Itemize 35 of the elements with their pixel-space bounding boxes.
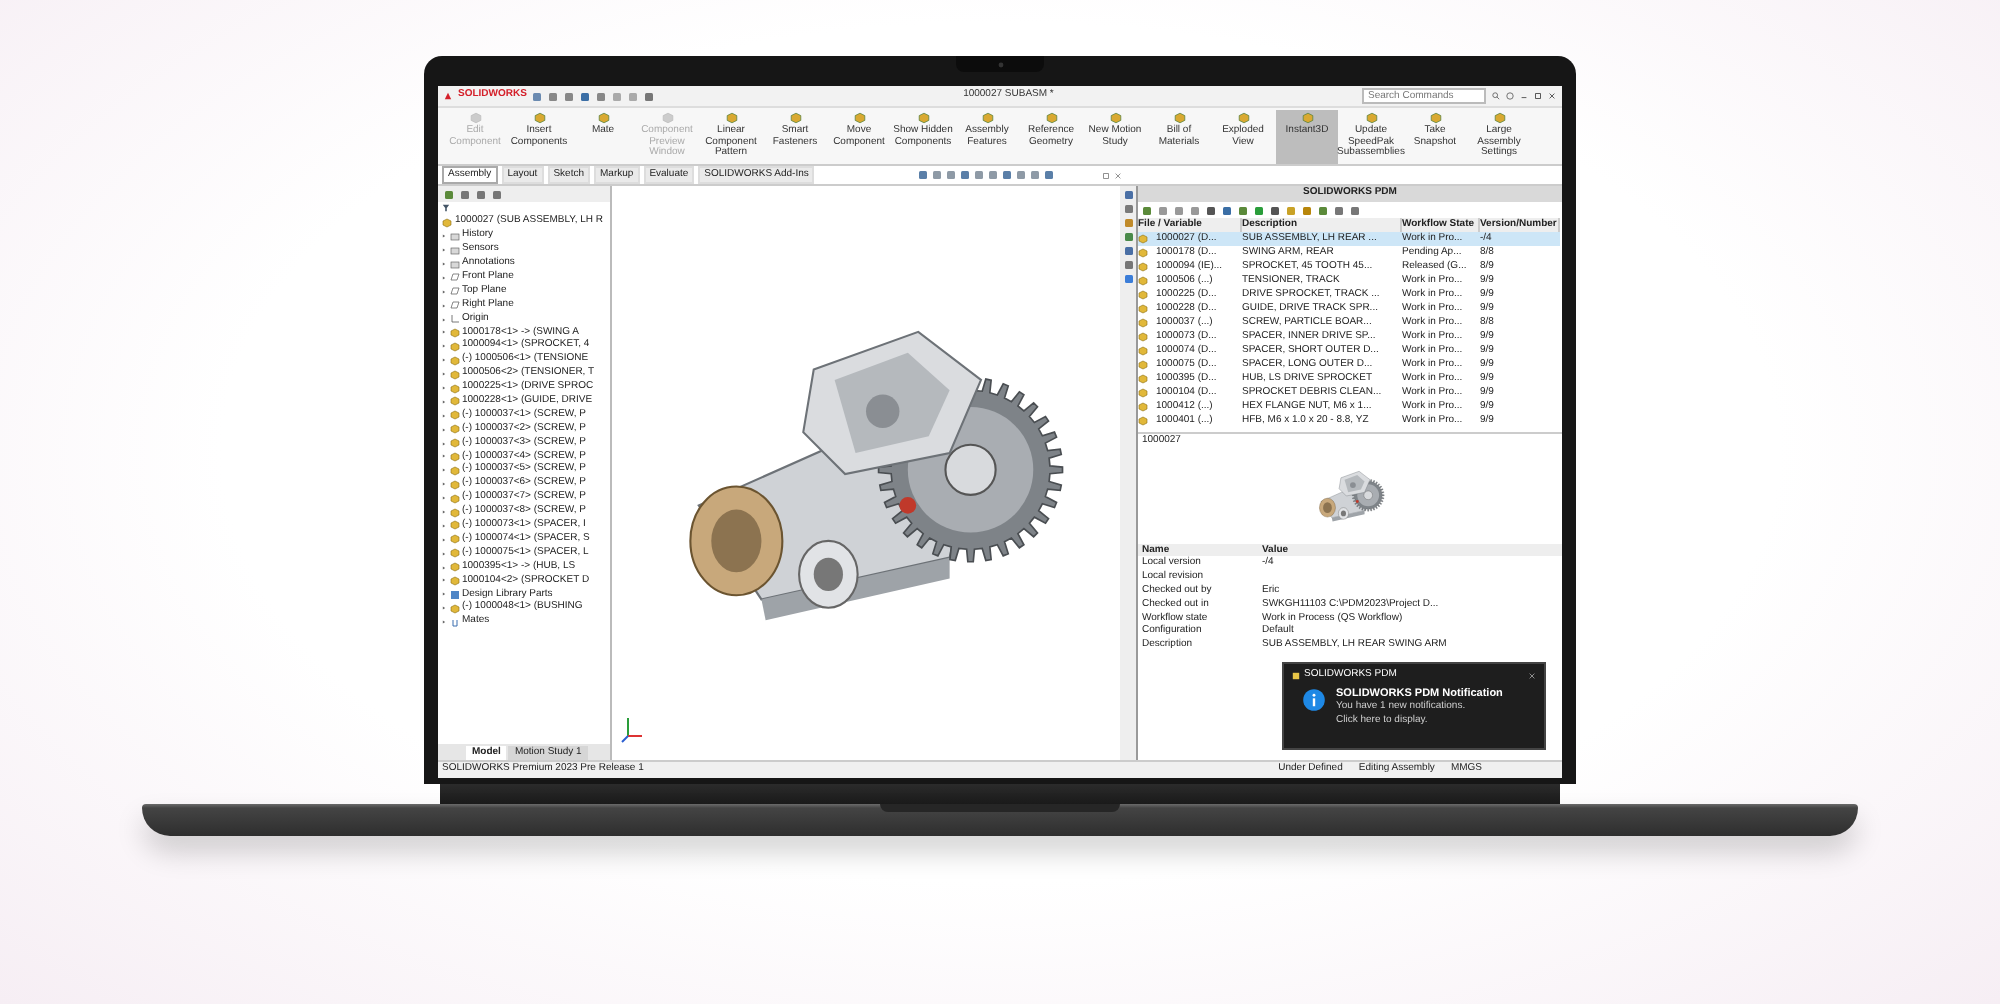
origin-icon [449,314,459,325]
camera-icon [997,61,1003,67]
tool-icon [853,112,865,124]
tool-icon [1237,112,1249,124]
tool-icon [597,112,609,124]
row-highlight[interactable] [1138,232,1156,246]
window-restore-icon [1102,171,1110,179]
tool-icon [1301,112,1313,124]
info-icon [1302,687,1326,712]
logo-icon [444,92,452,100]
tool-icon [1045,112,1057,124]
search-icon [1492,92,1500,100]
preview-thumbnail-drawing [1319,471,1385,522]
tool-icon [1109,112,1121,124]
tool-icon [725,112,737,124]
tool-icon [981,112,993,124]
cube-icon [442,217,452,228]
help-icon [1506,92,1514,100]
tool-icon [789,112,801,124]
close-icon [1548,92,1556,100]
tool-icon [1493,112,1505,124]
tool-icon [1365,112,1377,124]
tool-icon [533,112,545,124]
tool-icon [1429,112,1441,124]
tool-icon [917,112,929,124]
restore-icon [1534,92,1542,100]
app-icon [1292,671,1300,680]
cube-icon [449,603,459,614]
tool-icon [1173,112,1185,124]
library-icon [449,589,459,600]
close-icon [1114,171,1122,179]
filter-icon [442,204,450,213]
minimize-icon [1520,92,1528,100]
axis-triad-drawing [620,716,644,744]
close-icon [1528,671,1536,680]
